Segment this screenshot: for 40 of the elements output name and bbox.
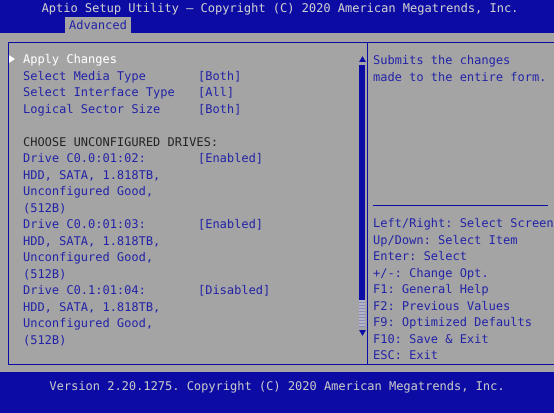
key-hint: F2: Previous Values <box>373 298 512 314</box>
drive-info: HDD, SATA, 1.818TB, <box>23 232 160 249</box>
drive-info: (512B) <box>23 266 66 282</box>
key-hint: Up/Down: Select Item <box>373 232 518 248</box>
drive-info: (512B) <box>23 200 66 216</box>
key-hint: F10: Save & Exit <box>373 330 490 347</box>
help-text: made to the entire form. <box>373 68 548 85</box>
setting-label[interactable]: Drive C0.0:01:02: <box>23 150 198 166</box>
key-hint: ESC: Exit <box>373 347 440 364</box>
key-hint: F9: Optimized Defaults <box>373 314 533 330</box>
drive-info: HDD, SATA, 1.818TB, <box>23 298 160 315</box>
setting-value[interactable]: [Enabled] <box>198 216 264 232</box>
setting-value[interactable]: [Both] <box>198 68 242 84</box>
help-text: Submits the changes <box>373 52 512 68</box>
setting-value[interactable]: [Both] <box>198 100 242 117</box>
drive-info: Unconfigured Good, <box>23 315 154 332</box>
setting-value[interactable]: [Enabled] <box>198 150 264 166</box>
scroll-down-icon[interactable] <box>358 330 366 336</box>
setting-value[interactable]: [Disabled] <box>198 282 270 298</box>
key-hint: +/-: Change Opt. <box>373 264 490 281</box>
key-hint: Enter: Select <box>373 248 468 264</box>
setting-label[interactable]: Drive C0.1:01:04: <box>23 282 198 298</box>
key-hint: Left/Right: Select Screen <box>373 215 554 232</box>
version-text: Version 2.20.1275. Copyright (C) 2020 American Megatrends, Inc. <box>49 379 505 393</box>
submenu-item[interactable]: Apply Changes <box>23 51 198 68</box>
drive-info: Unconfigured Good, <box>23 183 154 200</box>
setting-label[interactable]: Drive C0.0:01:03: <box>23 216 198 232</box>
key-hint: F1: General Help <box>373 281 490 298</box>
submenu-arrow-icon <box>9 55 15 63</box>
setting-label[interactable]: Select Interface Type <box>23 84 198 100</box>
setting-value[interactable]: [All] <box>198 84 234 100</box>
scroll-up-icon[interactable] <box>358 56 366 62</box>
window-title: Aptio Setup Utility – Copyright (C) 2020 American Megatrends, Inc. <box>40 0 520 17</box>
drive-info: HDD, SATA, 1.818TB, <box>23 166 160 183</box>
setting-label[interactable]: Logical Sector Size <box>23 100 198 117</box>
setting-label[interactable]: Select Media Type <box>23 68 198 84</box>
drive-info: (512B) <box>23 332 66 348</box>
section-heading: CHOOSE UNCONFIGURED DRIVES: <box>23 134 218 150</box>
drive-info: Unconfigured Good, <box>23 249 154 266</box>
menu-tab[interactable]: Advanced <box>65 17 131 33</box>
